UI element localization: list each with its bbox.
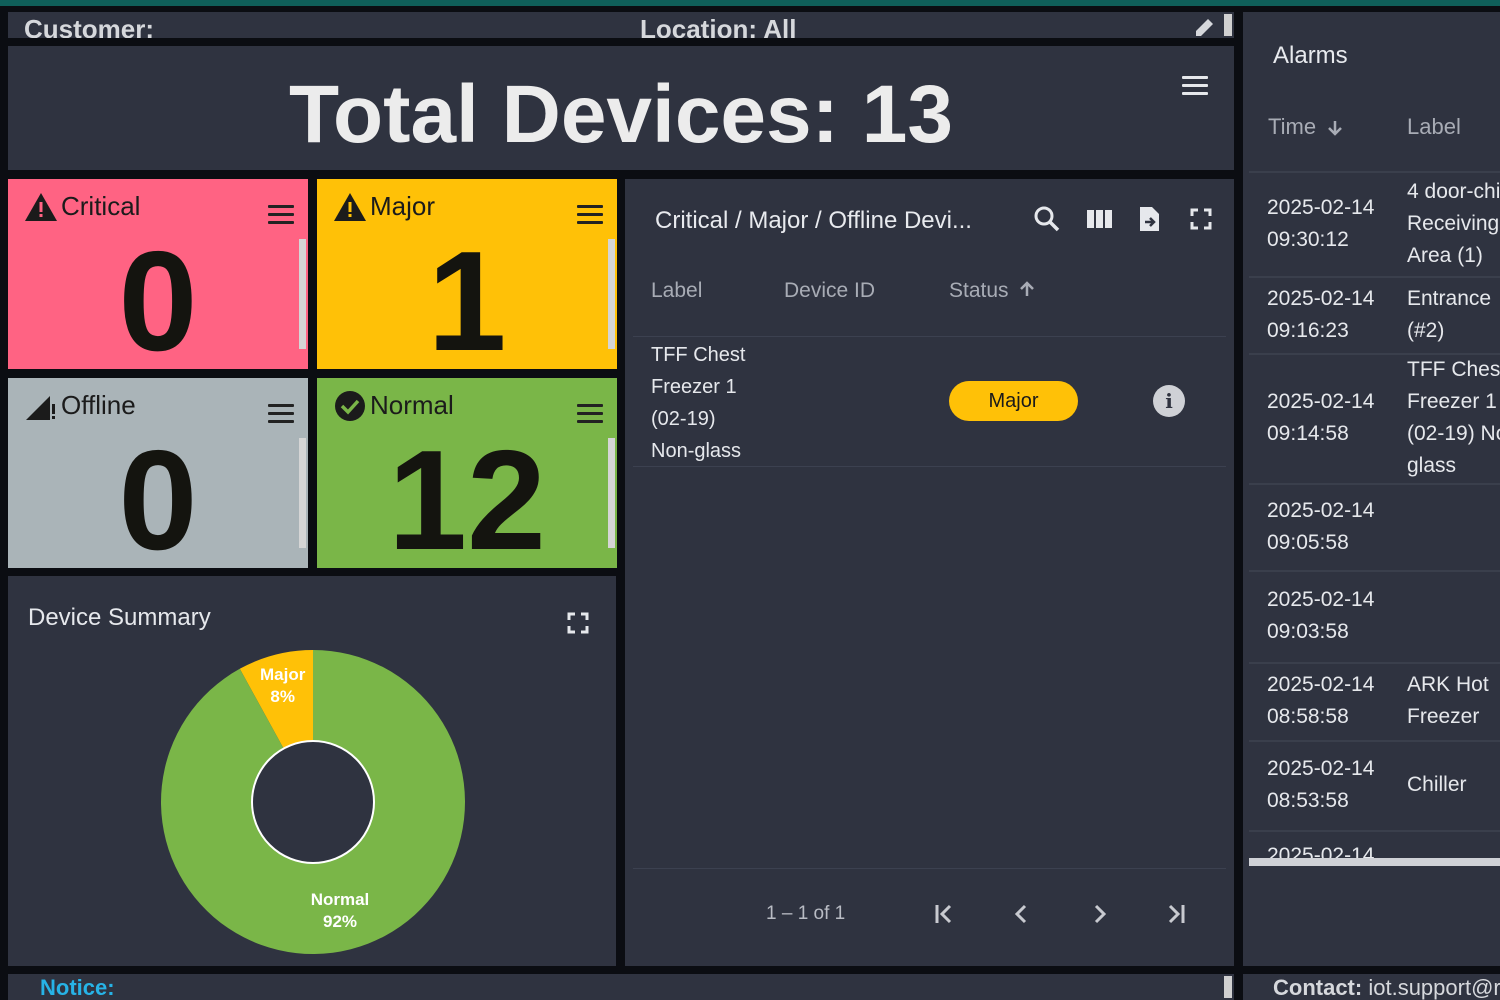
critical-tile[interactable]: Critical 0 <box>8 179 308 369</box>
notice-scrollbar[interactable] <box>1224 976 1232 998</box>
tile-scrollbar[interactable] <box>299 239 306 349</box>
donut-label-major-percent: 8% <box>270 687 295 706</box>
alarms-title: Alarms <box>1273 42 1348 69</box>
donut-label-major-name: Major <box>260 665 306 684</box>
alarm-time-cell: 2025-02-14 <box>1267 844 1375 867</box>
tile-label: Offline <box>61 390 136 420</box>
donut-label-normal-name: Normal <box>311 890 370 909</box>
header-scrollbar[interactable] <box>1224 14 1232 36</box>
column-header-label[interactable]: Label <box>1407 114 1461 140</box>
table-row[interactable]: 2025-02-14 08:53:58 Chiller <box>1243 740 1500 830</box>
device-label-cell: TFF Chest Freezer 1 (02-19) Non-glass <box>651 344 746 462</box>
filter-header: Customer: Location: All <box>8 12 1234 38</box>
location-label[interactable]: Location: All <box>640 14 796 38</box>
donut-hole <box>251 740 375 864</box>
alarm-label-cell: ARK Hot Freezer <box>1407 673 1489 728</box>
column-header-time[interactable]: Time <box>1268 114 1344 140</box>
customer-label: Customer: <box>24 14 155 38</box>
alarm-label-cell: 4 door-chi Receiving Area (1) <box>1407 180 1500 267</box>
alarm-time-cell: 2025-02-14 09:14:58 <box>1267 390 1375 445</box>
device-summary-donut: Major 8% Normal 92% <box>160 650 465 954</box>
total-devices-panel: Total Devices: 13 <box>8 46 1234 170</box>
alarm-time-cell: 2025-02-14 08:53:58 <box>1267 757 1375 812</box>
device-summary-panel: Device Summary Major 8% Normal 92% <box>8 576 616 966</box>
sort-ascending-icon <box>1020 281 1035 296</box>
next-page-icon[interactable] <box>1086 901 1112 927</box>
menu-icon[interactable] <box>577 205 603 225</box>
alarm-label-cell: TFF Chest Freezer 1 (02-19) No glass <box>1407 358 1500 477</box>
first-page-icon[interactable] <box>931 901 957 927</box>
tile-value: 0 <box>118 222 198 370</box>
tile-value: 1 <box>427 222 507 370</box>
alarm-time-cell: 2025-02-14 09:16:23 <box>1267 286 1375 342</box>
fullscreen-icon[interactable] <box>1190 208 1212 230</box>
tile-value: 0 <box>118 421 198 569</box>
divider <box>633 336 1226 337</box>
tile-label: Major <box>370 191 436 221</box>
previous-page-icon[interactable] <box>1009 901 1035 927</box>
major-tile[interactable]: Major 1 <box>317 179 617 369</box>
divider <box>633 868 1226 869</box>
warning-triangle-icon <box>25 193 57 221</box>
table-row[interactable]: 2025-02-14 09:05:58 <box>1243 483 1500 570</box>
alarm-label-cell: Entrance (#2) <box>1407 286 1492 342</box>
alarm-time-cell: 2025-02-14 09:05:58 <box>1267 498 1375 554</box>
sort-descending-icon <box>1328 121 1343 136</box>
contact-bar: Contact: iot.support@r <box>1243 974 1500 1000</box>
alarm-time-cell: 2025-02-14 09:03:58 <box>1267 588 1375 643</box>
menu-icon[interactable] <box>268 205 294 225</box>
table-row[interactable]: 2025-02-14 09:30:12 4 door-chi Receiving A… <box>1243 172 1500 276</box>
table-row[interactable]: 2025-02-14 09:03:58 <box>1243 570 1500 662</box>
device-list-panel: Critical / Major / Offline Devi... Label… <box>625 179 1234 966</box>
status-badge: Major <box>949 381 1078 421</box>
donut-label-normal-percent: 92% <box>323 912 357 931</box>
contact-text: Contact: iot.support@r <box>1273 975 1500 1000</box>
menu-icon[interactable] <box>1182 76 1208 96</box>
column-header-status[interactable]: Status <box>949 279 1036 303</box>
export-file-icon[interactable] <box>1137 205 1161 233</box>
contact-email[interactable]: iot.support@r <box>1368 975 1500 1000</box>
normal-tile[interactable]: Normal 12 <box>317 378 617 568</box>
table-row[interactable]: 2025-02-14 09:16:23 Entrance (#2) <box>1243 276 1500 353</box>
tile-label: Critical <box>61 191 141 221</box>
alarm-label-cell: Chiller <box>1407 773 1467 796</box>
total-devices-text: Total Devices: 13 <box>289 69 953 160</box>
alarm-time-cell: 2025-02-14 09:30:12 <box>1267 196 1375 251</box>
signal-off-icon <box>26 396 55 420</box>
table-row[interactable]: 2025-02-14 08:58:58 ARK Hot Freezer <box>1243 662 1500 740</box>
menu-icon[interactable] <box>577 404 603 424</box>
column-header-label[interactable]: Label <box>651 279 702 303</box>
menu-icon[interactable] <box>268 404 294 424</box>
alarms-panel: Alarms Time Label 2025-02-14 09:30:12 4 do… <box>1243 12 1500 966</box>
alarm-time-cell: 2025-02-14 08:58:58 <box>1267 673 1375 728</box>
notice-label: Notice: <box>40 975 115 1000</box>
pencil-icon[interactable] <box>1190 16 1218 38</box>
table-row[interactable]: 2025-02-1409:14:58 TFF Chest Freezer 1 (0… <box>1243 353 1500 483</box>
column-header-device-id[interactable]: Device ID <box>784 279 875 303</box>
tile-scrollbar[interactable] <box>608 438 615 548</box>
warning-triangle-icon <box>334 193 366 221</box>
divider <box>633 466 1226 467</box>
horizontal-scrollbar[interactable] <box>1249 858 1500 866</box>
notice-bar: Notice: <box>8 974 1234 1000</box>
columns-icon[interactable] <box>1085 207 1113 231</box>
search-icon[interactable] <box>1033 205 1061 233</box>
tile-scrollbar[interactable] <box>299 438 306 548</box>
tile-value: 12 <box>388 421 546 569</box>
tile-label: Normal <box>370 390 454 420</box>
pagination-range: 1 – 1 of 1 <box>766 903 846 924</box>
check-circle-icon <box>335 391 365 421</box>
device-list-title: Critical / Major / Offline Devi... <box>655 207 972 234</box>
top-accent-bar <box>0 0 1500 6</box>
offline-tile[interactable]: Offline 0 <box>8 378 308 568</box>
info-icon[interactable]: i <box>1153 385 1185 417</box>
last-page-icon[interactable] <box>1163 901 1189 927</box>
tile-scrollbar[interactable] <box>608 239 615 349</box>
